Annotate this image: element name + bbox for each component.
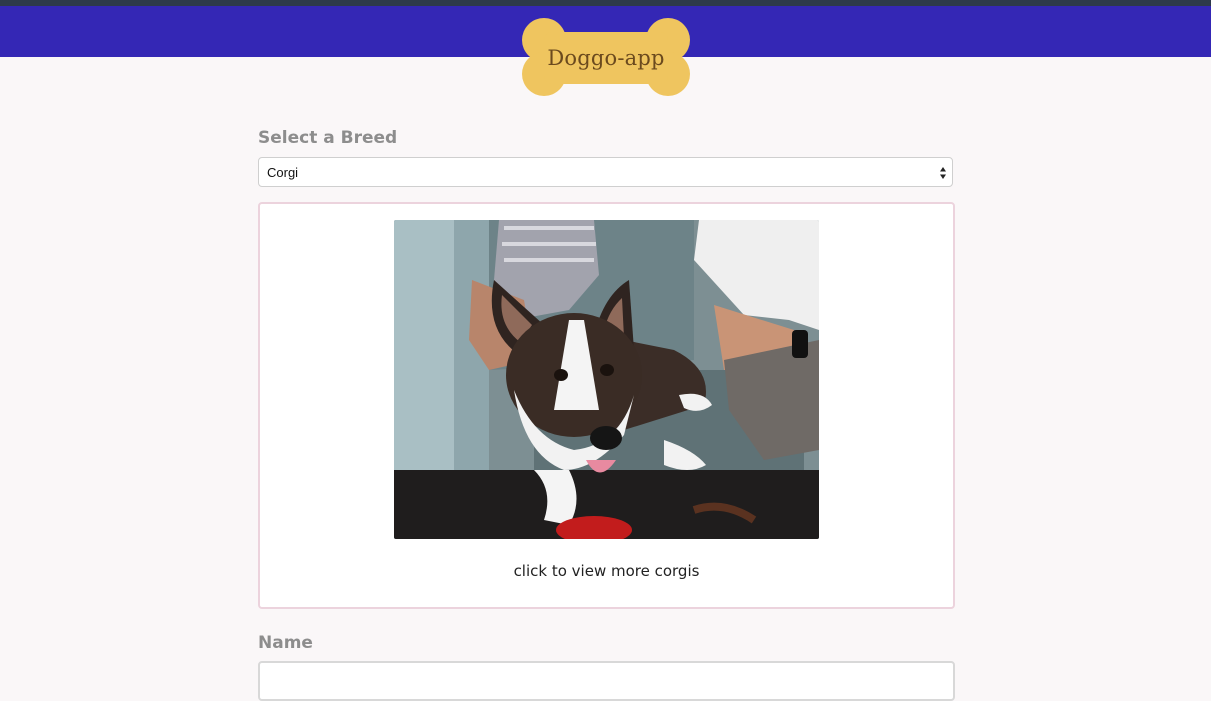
dog-photo-card: click to view more corgis	[258, 202, 955, 609]
breed-select[interactable]: Corgi	[258, 157, 953, 187]
breed-label: Select a Breed	[258, 128, 398, 148]
select-arrows-icon	[940, 167, 946, 179]
breed-select-value: Corgi	[267, 165, 299, 180]
corgi-photo-image	[394, 220, 819, 539]
dog-photo[interactable]	[394, 220, 819, 539]
photo-caption[interactable]: click to view more corgis	[260, 562, 953, 580]
logo-text: Doggo-app	[547, 46, 665, 70]
logo[interactable]: Doggo-app	[520, 18, 692, 98]
name-label: Name	[258, 633, 313, 653]
name-input[interactable]	[258, 661, 955, 701]
